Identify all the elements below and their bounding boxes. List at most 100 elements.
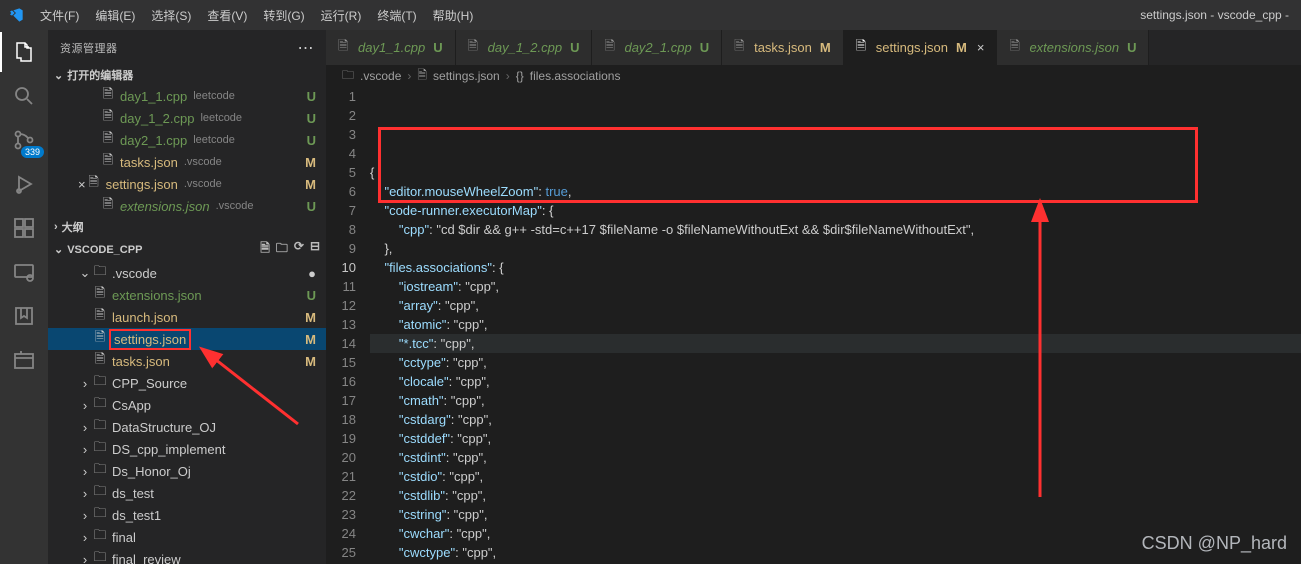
breadcrumb-item[interactable]: files.associations — [530, 69, 621, 83]
code-line[interactable]: "cpp": "cd $dir && g++ -std=c++17 $fileN… — [370, 220, 1301, 239]
code-line[interactable]: "clocale": "cpp", — [370, 372, 1301, 391]
breadcrumb-item[interactable]: .vscode — [360, 69, 401, 83]
code-line[interactable]: "files.associations": { — [370, 258, 1301, 277]
more-icon[interactable]: ⋯ — [298, 38, 315, 58]
line-number: 13 — [326, 315, 356, 334]
file-name: ds_test1 — [112, 508, 161, 523]
breadcrumb-item[interactable]: settings.json — [433, 69, 500, 83]
bookmark-icon[interactable] — [10, 302, 38, 330]
menu-item[interactable]: 编辑(E) — [87, 3, 143, 28]
search-icon[interactable] — [10, 82, 38, 110]
file-item[interactable]: 🗎settings.jsonM — [48, 328, 326, 350]
code-line[interactable]: "cstdarg": "cpp", — [370, 410, 1301, 429]
remote-icon[interactable] — [10, 258, 38, 286]
code-line[interactable]: "iostream": "cpp", — [370, 277, 1301, 296]
editor-tab[interactable]: 🗎day1_1.cppU — [326, 30, 456, 65]
folder-item[interactable]: ›🗀ds_test — [48, 482, 326, 504]
line-number: 7 — [326, 201, 356, 220]
run-debug-icon[interactable] — [10, 170, 38, 198]
open-editor-item[interactable]: 🗎tasks.json.vscodeM — [48, 151, 326, 173]
project-icon[interactable] — [10, 346, 38, 374]
close-icon[interactable]: × — [977, 40, 985, 55]
file-name: final_review — [112, 552, 181, 564]
file-name: launch.json — [112, 310, 178, 325]
folder-item[interactable]: ›🗀CsApp — [48, 394, 326, 416]
code-line[interactable]: "cmath": "cpp", — [370, 391, 1301, 410]
menu-item[interactable]: 运行(R) — [313, 3, 370, 28]
folder-icon: 🗀 — [92, 262, 108, 284]
folder-item[interactable]: ›🗀CPP_Source — [48, 372, 326, 394]
new-folder-icon[interactable]: 🗀 — [276, 239, 288, 260]
project-section[interactable]: ⌄ VSCODE_CPP 🗎 🗀 ⟳ ⊟ — [48, 237, 326, 262]
chevron-right-icon: › — [78, 464, 92, 479]
menu-item[interactable]: 转到(G) — [255, 3, 312, 28]
refresh-icon[interactable]: ⟳ — [294, 239, 304, 260]
menu-item[interactable]: 文件(F) — [32, 3, 87, 28]
breadcrumb[interactable]: 🗀.vscode›🗎settings.json›{}files.associat… — [326, 65, 1301, 87]
menu-item[interactable]: 选择(S) — [143, 3, 199, 28]
folder-item[interactable]: ›🗀final_review — [48, 548, 326, 564]
editor-tab[interactable]: 🗎day_1_2.cppU — [456, 30, 593, 65]
open-editor-item[interactable]: 🗎day_1_2.cppleetcodeU — [48, 107, 326, 129]
menu-item[interactable]: 帮助(H) — [425, 3, 482, 28]
file-icon: 🗎 — [92, 284, 108, 306]
folder-item[interactable]: ›🗀ds_test1 — [48, 504, 326, 526]
open-editor-item[interactable]: 🗎day2_1.cppleetcodeU — [48, 129, 326, 151]
code-line[interactable]: "editor.mouseWheelZoom": true, — [370, 182, 1301, 201]
menu-item[interactable]: 查看(V) — [199, 3, 255, 28]
code-line[interactable]: "array": "cpp", — [370, 296, 1301, 315]
code-line[interactable]: "cstdlib": "cpp", — [370, 486, 1301, 505]
code-content[interactable]: { "editor.mouseWheelZoom": true, "code-r… — [370, 87, 1301, 564]
open-editor-item[interactable]: 🗎extensions.json.vscodeU — [48, 195, 326, 217]
file-item[interactable]: 🗎extensions.jsonU — [48, 284, 326, 306]
collapse-icon[interactable]: ⊟ — [310, 239, 320, 260]
git-status: U — [1127, 40, 1136, 55]
menu-item[interactable]: 终端(T) — [369, 3, 424, 28]
file-name: extensions.json — [120, 199, 210, 214]
file-name: day_1_2.cpp — [120, 111, 194, 126]
code-line[interactable]: "cctype": "cpp", — [370, 353, 1301, 372]
window-title: settings.json - vscode_cpp - — [1140, 8, 1293, 22]
file-path: leetcode — [193, 90, 235, 102]
line-number: 17 — [326, 391, 356, 410]
file-item[interactable]: 🗎launch.jsonM — [48, 306, 326, 328]
code-line[interactable]: "cstddef": "cpp", — [370, 429, 1301, 448]
editor-tab[interactable]: 🗎settings.jsonM× — [844, 30, 998, 65]
open-editor-item[interactable]: ×🗎settings.json.vscodeM — [48, 173, 326, 195]
editor-tab[interactable]: 🗎extensions.jsonU — [997, 30, 1149, 65]
open-editors-section[interactable]: ⌄ 打开的编辑器 — [48, 65, 326, 85]
outline-section[interactable]: › 大纲 — [48, 217, 326, 237]
code-line[interactable]: { — [370, 163, 1301, 182]
folder-item[interactable]: ⌄🗀.vscode● — [48, 262, 326, 284]
new-file-icon[interactable]: 🗎 — [260, 239, 270, 260]
folder-icon: 🗀 — [92, 416, 108, 438]
activity-bar: 339 — [0, 30, 48, 564]
folder-item[interactable]: ›🗀DS_cpp_implement — [48, 438, 326, 460]
line-number: 24 — [326, 524, 356, 543]
code-line[interactable]: "*.tcc": "cpp", — [370, 334, 1301, 353]
code-line[interactable]: "cstdio": "cpp", — [370, 467, 1301, 486]
open-editor-item[interactable]: 🗎day1_1.cppleetcodeU — [48, 85, 326, 107]
git-status: ● — [308, 266, 316, 281]
code-editor[interactable]: 1234567891011121314151617181920212223242… — [326, 87, 1301, 564]
folder-item[interactable]: ›🗀DataStructure_OJ — [48, 416, 326, 438]
code-line[interactable]: "code-runner.executorMap": { — [370, 201, 1301, 220]
close-icon[interactable]: × — [78, 177, 86, 192]
extensions-icon[interactable] — [10, 214, 38, 242]
source-control-icon[interactable]: 339 — [10, 126, 38, 154]
editor-tab[interactable]: 🗎day2_1.cppU — [592, 30, 722, 65]
line-number: 11 — [326, 277, 356, 296]
folder-icon: 🗀 — [92, 548, 108, 564]
explorer-icon[interactable] — [10, 38, 38, 66]
file-path: leetcode — [200, 112, 242, 124]
folder-item[interactable]: ›🗀Ds_Honor_Oj — [48, 460, 326, 482]
chevron-right-icon: › — [78, 398, 92, 413]
project-actions[interactable]: 🗎 🗀 ⟳ ⊟ — [260, 239, 320, 260]
file-item[interactable]: 🗎tasks.jsonM — [48, 350, 326, 372]
folder-item[interactable]: ›🗀final — [48, 526, 326, 548]
code-line[interactable]: }, — [370, 239, 1301, 258]
editor-tab[interactable]: 🗎tasks.jsonM — [722, 30, 844, 65]
code-line[interactable]: "cstring": "cpp", — [370, 505, 1301, 524]
code-line[interactable]: "atomic": "cpp", — [370, 315, 1301, 334]
code-line[interactable]: "cstdint": "cpp", — [370, 448, 1301, 467]
